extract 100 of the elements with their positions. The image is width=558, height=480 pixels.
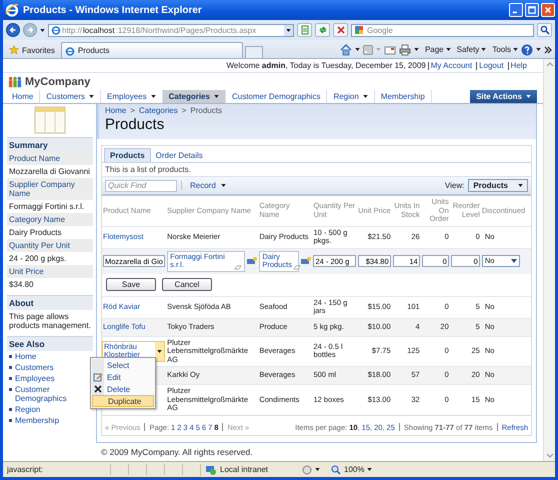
caret-icon[interactable] [315, 468, 320, 471]
see-also-link[interactable]: Region [7, 404, 93, 415]
brand-name: MyCompany [25, 76, 90, 88]
record-menu[interactable]: Record [181, 181, 234, 190]
command-menu[interactable]: Page [424, 45, 451, 54]
right-arrow-icon [26, 26, 34, 34]
field-value: $34.80 [8, 279, 34, 291]
scrollbar[interactable] [543, 59, 555, 461]
stop-icon [336, 25, 346, 35]
table-drawing [33, 105, 67, 135]
caret-icon[interactable] [354, 48, 360, 51]
zoom-button[interactable]: 100% [331, 464, 372, 474]
lookup-icon[interactable] [301, 256, 312, 266]
caret-icon [526, 95, 531, 98]
cancel-button[interactable]: Cancel [162, 278, 212, 291]
tab[interactable]: Order Details [150, 148, 208, 162]
breadcrumb-link[interactable]: Home [105, 106, 126, 115]
lookup-icon[interactable] [247, 256, 258, 266]
menu-item[interactable]: Customer Demographics [226, 90, 328, 103]
view-dropdown[interactable]: Products [468, 179, 528, 192]
context-menu-item[interactable]: Delete [92, 383, 154, 395]
page-icon [300, 25, 310, 35]
close-button[interactable] [541, 3, 555, 17]
star-icon [9, 45, 19, 55]
quick-find-field[interactable]: Quick Find [105, 180, 177, 192]
network-icon [205, 464, 217, 476]
search-provider-icon [354, 25, 364, 35]
compatibility-button[interactable] [297, 23, 312, 37]
save-button[interactable]: Save [106, 278, 156, 291]
menu-item[interactable]: Home [6, 90, 40, 103]
menu-item[interactable]: Region [327, 90, 375, 103]
ie-logo-icon [5, 3, 19, 17]
field-label: Product Name [7, 152, 93, 165]
see-also-link[interactable]: Customers [7, 362, 93, 373]
field-label: Supplier Company Name [7, 178, 93, 200]
see-also-link[interactable]: Membership [7, 415, 93, 426]
command-menu[interactable]: Tools [492, 45, 518, 54]
caret-icon [362, 95, 368, 98]
address-field[interactable]: http://localhost:12918/Northwind/Pages/Products.aspx [48, 24, 294, 36]
field-label: Unit Price [7, 265, 93, 278]
caret-icon [286, 28, 291, 32]
refresh-icon [318, 25, 328, 35]
tab[interactable]: Products [104, 148, 151, 162]
caret-icon [367, 468, 372, 471]
refresh-button[interactable] [315, 23, 330, 37]
eraser-icon [292, 264, 301, 270]
about-text: This page allows products management. [8, 311, 92, 332]
stop-button[interactable] [333, 23, 348, 37]
menu-item[interactable]: Customers [40, 90, 102, 103]
view-label: View: [444, 181, 464, 190]
caret-icon[interactable] [40, 28, 45, 32]
search-field[interactable]: Google [351, 24, 534, 36]
caret-icon[interactable] [414, 48, 419, 51]
minimize-button[interactable] [509, 3, 523, 17]
breadcrumb-separator: > [182, 106, 186, 115]
help-icon[interactable] [521, 44, 533, 56]
chevron-icon[interactable] [544, 46, 552, 54]
context-menu-item[interactable]: Select [92, 359, 154, 371]
field-label: Category Name [7, 213, 93, 226]
breadcrumb-separator: > [130, 106, 136, 115]
see-also-link[interactable]: Employees [7, 373, 93, 384]
home-icon[interactable] [340, 44, 352, 56]
left-arrow-icon [9, 26, 17, 34]
search-button[interactable] [537, 23, 552, 37]
printer-icon[interactable] [398, 44, 411, 56]
see-also-link[interactable]: Home [7, 351, 93, 362]
security-zone[interactable]: Local intranet [200, 464, 299, 476]
header-link[interactable]: Help [508, 62, 529, 70]
menu-item[interactable]: Membership [374, 90, 432, 103]
context-menu-item[interactable]: Duplicate [92, 395, 154, 407]
see-also-heading: See Also [7, 336, 93, 351]
search-icon [540, 25, 550, 35]
page-title: Products [105, 116, 166, 133]
caret-icon[interactable] [536, 48, 541, 51]
delete-icon [93, 384, 103, 394]
caret-icon [220, 184, 226, 187]
see-also-link[interactable]: Customer Demographics [7, 384, 93, 404]
maximize-button[interactable] [525, 3, 539, 17]
about-heading: About [7, 295, 93, 310]
people-logo-icon [8, 74, 22, 88]
back-button[interactable] [6, 23, 20, 37]
menu-item[interactable]: Categories [162, 90, 226, 103]
caret-icon [376, 48, 381, 51]
field-value: 24 - 200 g pkgs. [8, 253, 68, 265]
edit-icon [93, 372, 103, 382]
breadcrumb-link[interactable]: Categories [139, 106, 178, 115]
header-link[interactable]: Logout [476, 62, 506, 70]
field-value: Mozzarella di Giovanni [8, 166, 91, 178]
caret-icon [481, 48, 486, 51]
favorites-button[interactable]: Favorites [5, 42, 59, 58]
context-menu-item[interactable]: Edit [92, 371, 154, 383]
ie-logo-icon [51, 25, 61, 35]
command-menu[interactable]: Safety [456, 45, 486, 54]
site-actions-button[interactable]: Site Actions [470, 90, 537, 103]
header-link[interactable]: My Account [428, 62, 474, 70]
mail-icon[interactable] [384, 44, 396, 56]
copyright-text: © 2009 MyCompany. All rights reserved. [100, 446, 254, 459]
caret-icon [518, 184, 523, 187]
browser-tab[interactable]: Products [60, 42, 243, 58]
caret-icon [150, 95, 156, 98]
